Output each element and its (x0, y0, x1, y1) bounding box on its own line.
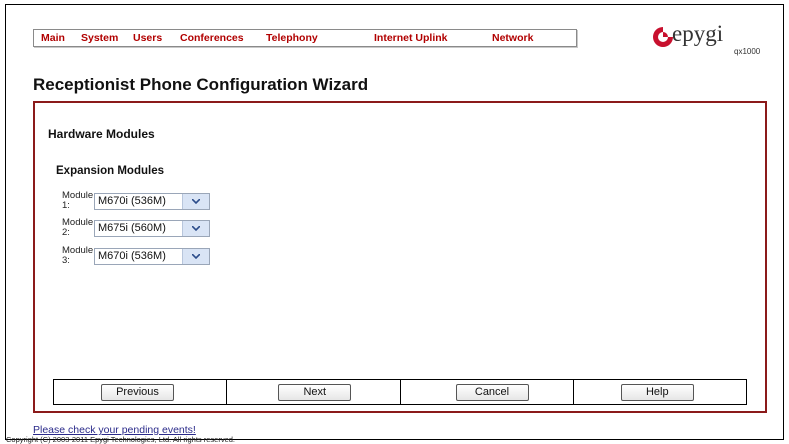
button-cell-cancel: Cancel (401, 380, 574, 404)
subsection-title: Expansion Modules (56, 165, 164, 177)
menu-item-telephony[interactable]: Telephony (266, 32, 318, 44)
menu-item-system[interactable]: System (81, 32, 118, 44)
module-2-select[interactable]: M675i (560M) (94, 220, 210, 237)
menu-item-conferences[interactable]: Conferences (180, 32, 244, 44)
previous-button[interactable]: Previous (101, 384, 174, 401)
button-cell-previous: Previous (54, 380, 228, 404)
cancel-button[interactable]: Cancel (455, 384, 529, 401)
help-button[interactable]: Help (620, 384, 694, 401)
wizard-button-bar: Previous Next Cancel Help (53, 379, 747, 405)
module-3-select[interactable]: M670i (536M) (94, 248, 210, 265)
module-2-value: M675i (560M) (98, 222, 166, 234)
logo-model-text: qx1000 (734, 47, 761, 56)
copyright-text: Copyright (C) 2003-2011 Epygi Technologi… (6, 435, 236, 444)
module-1-select[interactable]: M670i (536M) (94, 193, 210, 210)
logo-brand-text: epygi (672, 21, 724, 46)
chevron-down-icon[interactable] (182, 221, 209, 236)
wizard-content-box: Hardware Modules Expansion Modules Modul… (33, 101, 767, 413)
epygi-logo: epygi qx1000 (652, 21, 776, 59)
module-1-label: Module 1: (62, 190, 94, 211)
module-3-value: M670i (536M) (98, 250, 166, 262)
button-cell-help: Help (574, 380, 746, 404)
menu-item-network[interactable]: Network (492, 32, 533, 44)
next-button[interactable]: Next (278, 384, 352, 401)
chevron-down-icon[interactable] (182, 249, 209, 264)
page-title: Receptionist Phone Configuration Wizard (33, 75, 369, 94)
module-1-value: M670i (536M) (98, 195, 166, 207)
button-cell-next: Next (227, 380, 401, 404)
menu-item-main[interactable]: Main (41, 32, 65, 44)
section-title: Hardware Modules (48, 127, 155, 141)
chevron-down-icon[interactable] (182, 194, 209, 209)
module-2-label: Module 2: (62, 217, 94, 238)
main-menu: Main System Users Conferences Telephony … (33, 29, 577, 47)
epygi-logo-icon (653, 27, 673, 47)
menu-item-users[interactable]: Users (133, 32, 162, 44)
module-3-label: Module 3: (62, 245, 94, 266)
menu-item-internet-uplink[interactable]: Internet Uplink (374, 32, 448, 44)
